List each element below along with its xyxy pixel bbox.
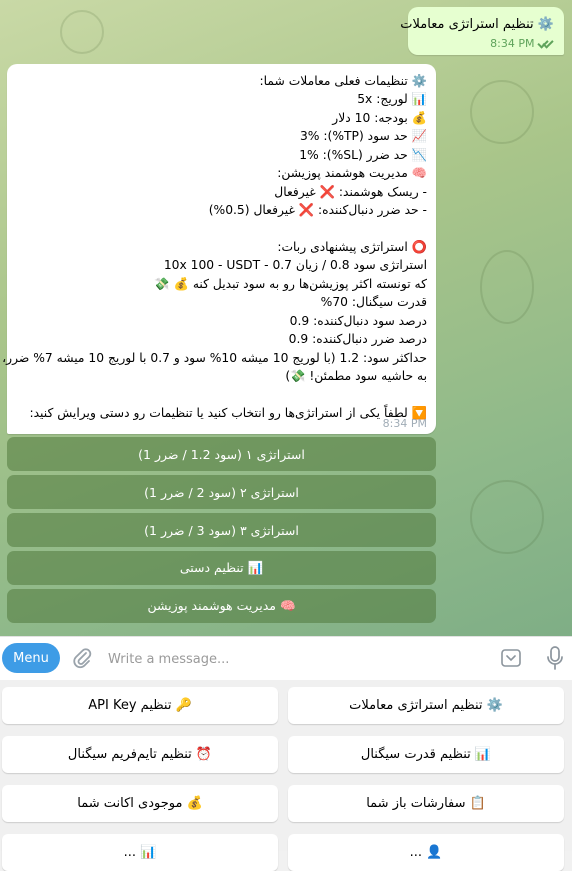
message-line: درصد سود دنبال‌کننده: 0.9 [289,313,427,328]
outgoing-message-text: ⚙️ تنظیم استراتژی معاملات [400,17,554,32]
inline-keyboard-button[interactable]: استراتژی ۳ (سود 3 / ضرر 1) [7,513,436,547]
message-line: قدرت سیگنال: 70% [320,295,427,310]
message-line: 📊 لوریج: 5x [357,92,427,107]
incoming-message-text: ⚙️ تنظیمات فعلی معاملات شما: 📊 لوریج: 5x 💰… [2,72,427,422]
message-composer: Menu [0,636,572,681]
reply-keyboard-button[interactable]: 👤 ... [288,834,564,871]
keyboard-toggle-icon[interactable] [500,647,522,669]
message-line: استراتژی سود 0.8 / زیان 0.7 - 10x 100 - … [163,258,427,273]
message-input[interactable] [106,645,490,673]
reply-keyboard-button[interactable]: 📋 سفارشات باز شما [288,785,564,822]
message-line: ⭕ استراتژی پیشنهادی ربات: [277,239,427,254]
read-ticks-icon [538,38,554,48]
reply-keyboard: ⚙️ تنظیم استراتژی معاملات 🔑 تنظیم API Key… [0,680,572,871]
chat-area: ⚙️ تنظیم استراتژی معاملات 8:34 PM ⚙️ تنظ… [0,0,572,636]
message-line: 🔽 لطفاً یکی از استراتژی‌ها رو انتخاب کنی… [29,405,427,420]
menu-button[interactable]: Menu [2,643,60,673]
background-doodle [480,250,534,324]
message-line [16,385,427,403]
message-line: 🧠 مدیریت هوشمند پوزیشن: [277,166,427,181]
message-line: 📉 حد ضرر (SL%): 1% [299,147,427,162]
message-line: 💰 بودجه: 10 دلار [332,110,427,125]
message-line [16,220,427,238]
microphone-icon[interactable] [545,645,565,671]
background-doodle [470,80,534,144]
incoming-message-time: 8:34 PM [382,417,427,430]
reply-keyboard-button[interactable]: ⏰ تنظیم تایم‌فریم سیگنال [2,736,278,773]
reply-keyboard-button[interactable]: 📊 ... [2,834,278,871]
message-line: - ریسک هوشمند: ❌ غیرفعال [274,184,427,199]
background-doodle [470,480,544,554]
message-line: درصد ضرر دنبال‌کننده: 0.9 [288,332,427,347]
inline-keyboard-button[interactable]: 🧠 مدیریت هوشمند پوزیشن [7,589,436,623]
background-doodle [60,10,104,54]
reply-keyboard-button[interactable]: 📊 تنظیم قدرت سیگنال [288,736,564,773]
message-line: به حاشیه سود مطمئن! 💸) [285,369,427,383]
message-line: که تونسته اکثر پوزیشن‌ها رو به سود تبدیل… [154,276,427,291]
outgoing-message-meta: 8:34 PM [490,37,554,50]
message-line: ⚙️ تنظیمات فعلی معاملات شما: [259,74,427,88]
reply-keyboard-button[interactable]: ⚙️ تنظیم استراتژی معاملات [288,687,564,724]
attach-icon[interactable] [70,646,94,670]
reply-keyboard-button[interactable]: 💰 موجودی اکانت شما [2,785,278,822]
inline-keyboard-button[interactable]: استراتژی ۲ (سود 2 / ضرر 1) [7,475,436,509]
message-line: - حد ضرر دنبال‌کننده: ❌ غیرفعال (0.5%) [208,203,427,218]
outgoing-message-time: 8:34 PM [490,37,535,50]
incoming-message[interactable]: ⚙️ تنظیمات فعلی معاملات شما: 📊 لوریج: 5x 💰… [2,64,436,434]
reply-keyboard-button[interactable]: 🔑 تنظیم API Key [2,687,278,724]
message-line: 📈 حد سود (TP%): 3% [299,129,427,144]
message-line: حداکثر سود: 1.2 (با لوریج 10 میشه 10% سو… [2,350,427,365]
inline-keyboard-button[interactable]: 📊 تنظیم دستی [7,551,436,585]
inline-keyboard: استراتژی ۱ (سود 1.2 / ضرر 1) استراتژی ۲ (… [7,437,436,627]
inline-keyboard-button[interactable]: استراتژی ۱ (سود 1.2 / ضرر 1) [7,437,436,471]
outgoing-message[interactable]: ⚙️ تنظیم استراتژی معاملات 8:34 PM [400,7,564,55]
